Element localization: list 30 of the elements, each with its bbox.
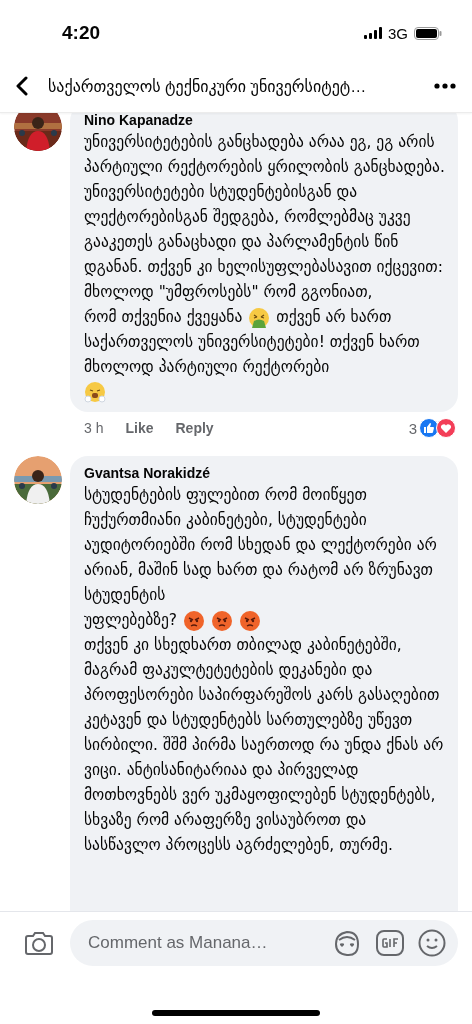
emoji-icon <box>183 609 206 632</box>
emoji-icon <box>248 306 271 329</box>
status-time: 4:20 <box>62 22 101 44</box>
comment-text: თქვენ კი სხედხართ თბილად კაბინეტებში, მაგრამ ფაკულტეტეტების დეკანები და პროფესორები საპირფარეშოს კარს გასაღებით კეტავენ და სტუდენტებს სართულებზე უწევთ სირბილი. შშმ პირმა საერთოდ რა უნდა ქნას არ ვიცი. ანტისანიტარიაა და პირველად მოთხოვნებს ვერ უკმაყოფილებენ სტუდენტებს, სხვაზე რომ არაფერზე ვისაუბროთ და სასწავლო პროცესს აგრძელებენ, თურმე. <box>84 636 444 854</box>
more-icon[interactable] <box>434 83 456 89</box>
comment-text: რომ თქვენია ქვეყანა <box>84 307 243 328</box>
comment-bar[interactable]: Comment as Manana… <box>70 920 458 966</box>
smiley-icon[interactable] <box>418 929 446 957</box>
comment-author[interactable]: Gvantsa Norakidzé <box>84 465 211 481</box>
network-type: 3G <box>388 24 408 42</box>
comment-time: 3 h <box>84 420 104 436</box>
gif-icon[interactable] <box>376 930 404 956</box>
comment-text: თქვენ არ ხართ <box>276 307 392 328</box>
camera-icon[interactable] <box>24 930 54 956</box>
battery-icon <box>414 26 442 40</box>
reaction-count[interactable]: 3 <box>408 419 417 437</box>
comment-action[interactable]: Reply <box>175 420 214 436</box>
emoji-icon <box>211 609 234 632</box>
emoji-icon <box>84 381 106 403</box>
comment-text: უფლებებზე? <box>84 610 178 631</box>
signal-icon <box>364 27 382 39</box>
comment-action[interactable]: Like <box>125 420 154 436</box>
comment-field[interactable]: Comment as Manana… <box>86 932 318 954</box>
comment-author[interactable]: Nino Kapanadze <box>84 113 193 128</box>
page-title: საქართველოს ტექნიკური უნივერსიტეტ… <box>48 76 368 96</box>
emoji-icon <box>239 609 262 632</box>
like-icon <box>419 418 439 438</box>
back-icon[interactable] <box>16 76 28 96</box>
comment-text: საქართველოს უნივერსიტეტები! თქვენ ხართ მხოლოდ პარტიული რექტორები <box>84 333 420 376</box>
sticker-icon[interactable] <box>332 929 362 957</box>
